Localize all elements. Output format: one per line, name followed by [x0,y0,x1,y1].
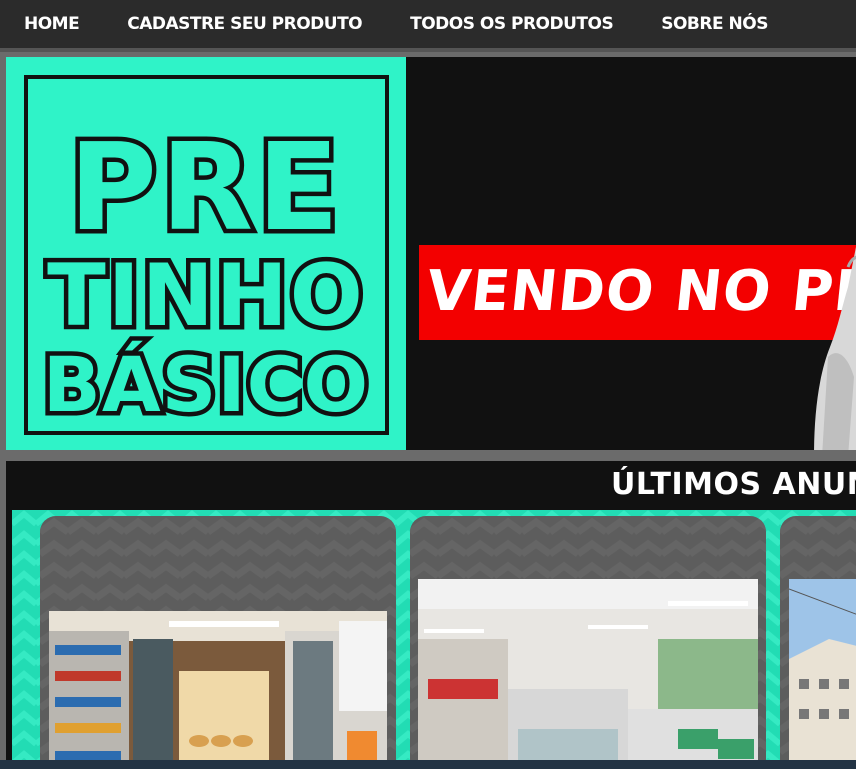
logo-line-2: TINHO [47,246,365,346]
banner-strip: VENDO NO PB [419,245,856,340]
nav-register-product-link[interactable]: CADASTRE SEU PRODUTO [127,14,362,34]
logo-line-3: BÁSICO [43,340,369,429]
nav-home-link[interactable]: HOME [24,14,80,34]
bottom-edge [0,760,856,769]
product-photo-bakery [49,611,387,769]
person-image [814,247,856,450]
product-card[interactable] [40,516,396,769]
nav-about-link[interactable]: SOBRE NÓS [661,14,768,34]
product-photo-building [789,579,856,769]
product-card[interactable] [410,516,766,769]
nav-all-products-link[interactable]: TODOS OS PRODUTOS [410,14,614,34]
brand-logo: PRE TINHO BÁSICO [6,57,406,450]
logo-line-1: PRE [69,119,343,258]
product-card[interactable] [780,516,856,769]
product-photo-restaurant [418,579,758,769]
banner-text: VENDO NO PB [423,259,856,324]
latest-ads-section: ÚLTIMOS ANUNCIA [6,461,856,769]
section-title: ÚLTIMOS ANUNCIA [611,467,856,502]
top-nav: HOME CADASTRE SEU PRODUTO TODOS OS PRODU… [0,0,856,52]
hero-banner: PRE TINHO BÁSICO VENDO NO PB [6,57,856,450]
logo-lettering: PRE TINHO BÁSICO [38,115,372,434]
cards-area [12,510,856,769]
